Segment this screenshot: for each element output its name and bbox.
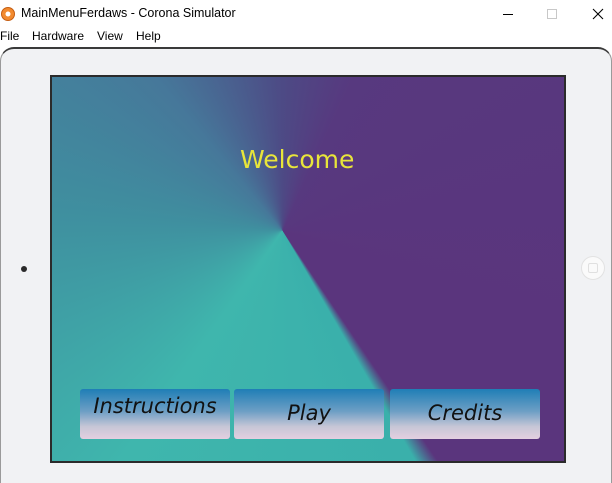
minimize-icon [503,13,513,15]
minimize-button[interactable] [486,0,530,27]
instructions-button-label: Instructions [93,394,217,418]
play-button[interactable]: Play [234,389,384,439]
instructions-button[interactable]: Instructions [80,389,230,439]
play-button-label: Play [287,401,331,425]
home-button-icon [588,263,598,273]
window-title: MainMenuFerdaws - Corona Simulator [21,6,236,20]
close-icon [592,8,604,19]
menu-help[interactable]: Help [136,29,161,43]
menu-hardware[interactable]: Hardware [32,29,84,43]
menu-file[interactable]: File [0,29,19,43]
menu-view[interactable]: View [97,29,123,43]
menu-bar: File Hardware View Help [0,27,612,46]
title-bar: MainMenuFerdaws - Corona Simulator [0,0,612,27]
home-button[interactable] [581,256,605,280]
welcome-title: Welcome [240,145,355,174]
camera-icon [21,266,27,272]
credits-button-label: Credits [427,401,503,425]
simulator-screen: Welcome Instructions Play Credits [50,75,566,463]
maximize-icon [547,8,557,19]
maximize-button[interactable] [530,0,574,27]
corona-app-icon [1,7,15,21]
credits-button[interactable]: Credits [390,389,540,439]
close-button[interactable] [576,0,612,27]
